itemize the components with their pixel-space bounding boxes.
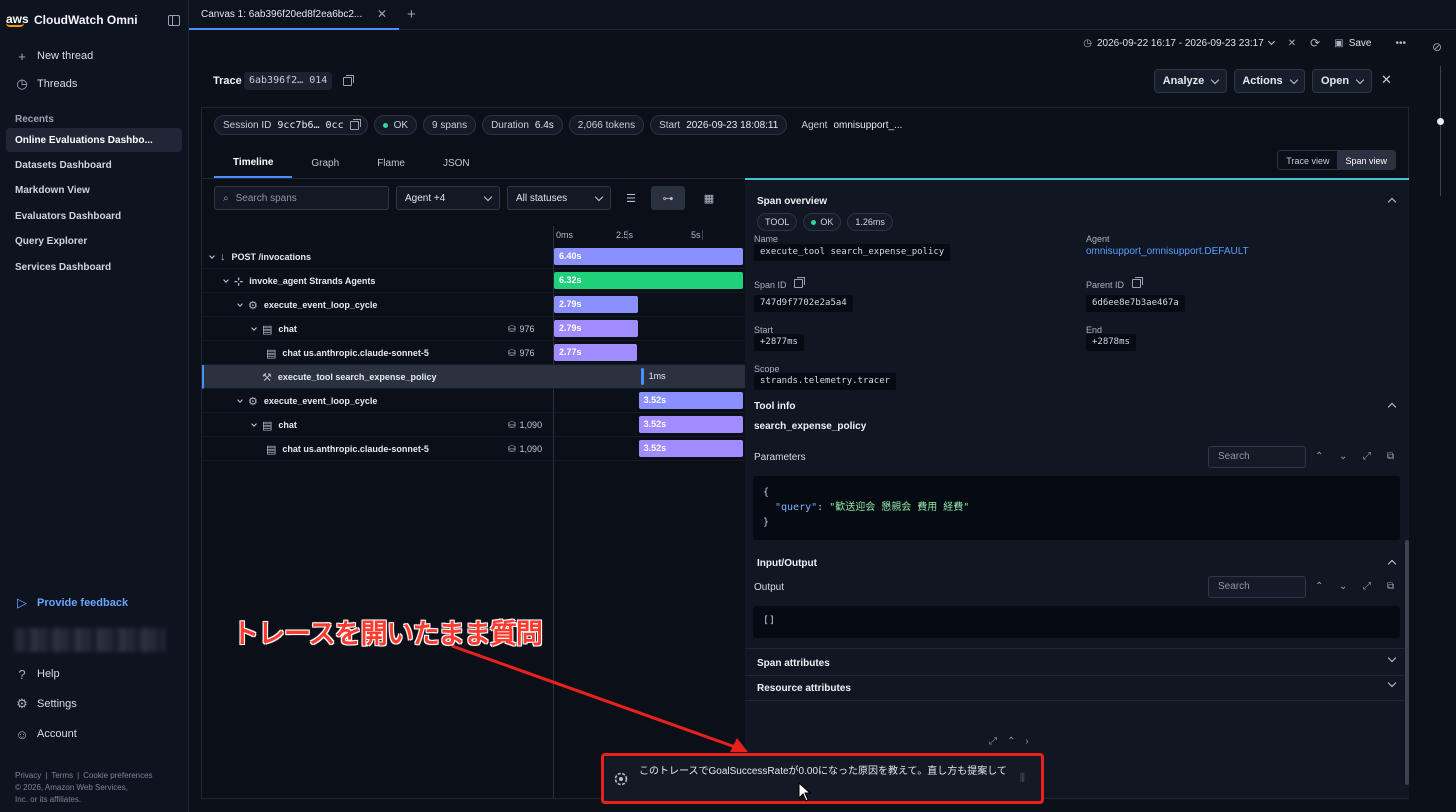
chat-input-box[interactable]: このトレースでGoalSuccessRateが0.00になった原因を教えて。直し… [601, 753, 1044, 804]
voice-icon[interactable]: ⦀ [1020, 771, 1025, 786]
chat-input-text[interactable]: このトレースでGoalSuccessRateが0.00になった原因を教えて。直し… [639, 765, 1009, 779]
mouse-cursor-icon [798, 782, 812, 802]
annotation-caption: トレースを開いたまま質問 [232, 619, 543, 650]
assistant-icon [614, 772, 628, 786]
annotation-arrow [451, 644, 748, 752]
